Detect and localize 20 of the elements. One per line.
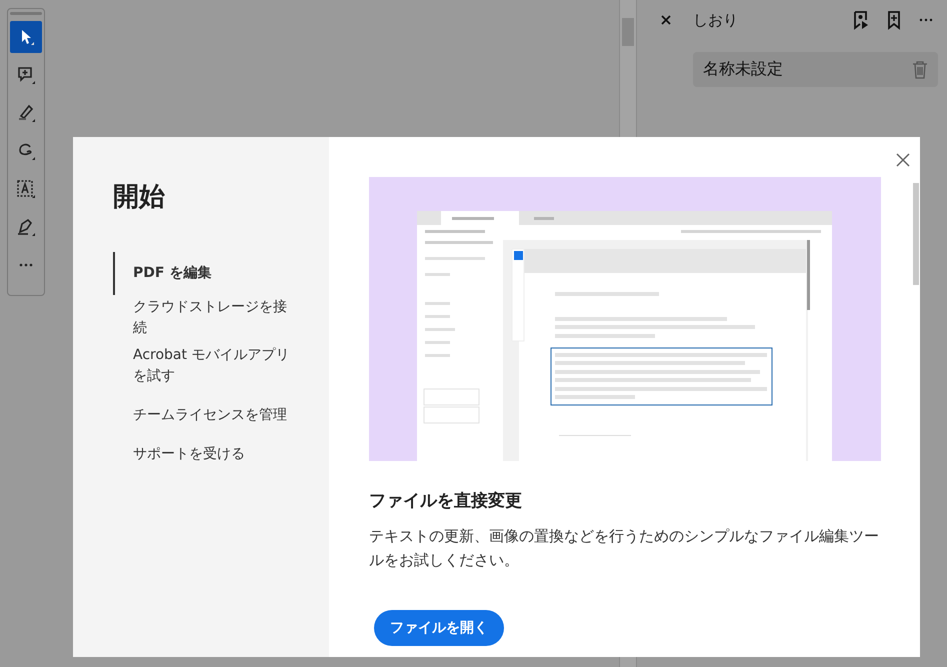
dialog-title: 開始	[113, 181, 166, 214]
nav-link[interactable]: クラウドストレージを接続	[113, 297, 298, 339]
nav-link[interactable]: Acrobat モバイルアプリを試す	[113, 345, 298, 387]
text-box-icon	[16, 179, 36, 199]
feature-heading: ファイルを直接変更	[369, 490, 523, 512]
comment-icon	[16, 65, 36, 85]
more-icon	[18, 262, 34, 268]
panel-title: しおり	[693, 10, 738, 30]
lasso-icon	[16, 141, 36, 161]
pen-icon	[16, 217, 36, 237]
open-file-button[interactable]: ファイルを開く	[374, 610, 504, 646]
nav-link[interactable]: チームライセンスを管理	[113, 405, 298, 426]
select-tool[interactable]	[10, 21, 42, 53]
nav-link[interactable]: サポートを受ける	[113, 444, 298, 465]
marker-icon	[16, 103, 36, 123]
bookmark-item[interactable]: 名称未設定	[693, 52, 938, 87]
nav-link[interactable]: PDF を編集	[113, 252, 298, 295]
close-icon[interactable]	[896, 153, 910, 167]
feature-description: テキストの更新、画像の置換などを行うためのシンプルなファイル編集ツールをお試しください。	[369, 526, 880, 571]
bookmark-label: 名称未設定	[703, 59, 783, 80]
